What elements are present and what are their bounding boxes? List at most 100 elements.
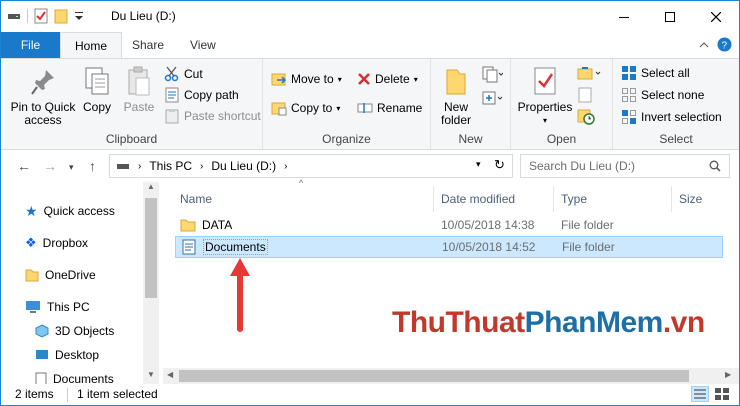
nav-item-onedrive[interactable]: OneDrive <box>25 264 96 286</box>
properties-label: Properties <box>517 100 573 114</box>
scroll-up-icon[interactable]: ▲ <box>147 182 155 191</box>
nav-label: Quick access <box>43 204 115 218</box>
search-icon <box>709 160 721 172</box>
nav-label: 3D Objects <box>55 324 115 338</box>
invert-selection-button[interactable]: Invert selection <box>621 107 722 127</box>
watermark-part1: ThuThuat <box>392 306 525 339</box>
new-item-icon[interactable] <box>481 65 503 83</box>
file-name: Documents <box>203 239 268 255</box>
recent-locations-button[interactable]: ▾ <box>69 162 74 173</box>
tab-home[interactable]: Home <box>60 32 123 59</box>
folder-icon <box>446 69 466 95</box>
delete-button[interactable]: Delete ▾ <box>357 69 418 89</box>
scroll-thumb[interactable] <box>179 370 689 382</box>
easy-access-icon[interactable] <box>481 89 503 107</box>
nav-item-this-pc[interactable]: This PC <box>25 296 90 318</box>
properties-icon <box>534 67 556 95</box>
properties-button[interactable]: Properties ▾ <box>517 65 573 127</box>
select-none-icon <box>622 88 636 102</box>
column-type[interactable]: Type <box>561 188 587 210</box>
desktop-icon <box>36 350 48 359</box>
tab-file[interactable]: File <box>1 32 60 58</box>
explorer-window: Du Lieu (D:) File Home Share View ? Pin … <box>0 0 740 406</box>
file-row[interactable]: DATA 10/05/2018 14:38 File folder <box>175 214 723 236</box>
tab-share[interactable]: Share <box>118 32 178 58</box>
back-button[interactable]: ← <box>17 158 31 174</box>
move-to-button[interactable]: Move to ▾ <box>271 69 342 89</box>
close-button[interactable] <box>693 1 739 32</box>
edit-icon[interactable] <box>577 87 595 103</box>
select-group: Select all Select none Invert selection … <box>613 59 739 149</box>
up-button[interactable]: ↑ <box>89 158 96 174</box>
crumb-separator-icon: › <box>200 160 204 172</box>
search-input[interactable]: Search Du Lieu (D:) <box>529 159 635 173</box>
address-bar[interactable]: › This PC › Du Lieu (D:) › ▾ ↻ <box>109 154 513 178</box>
new-folder-qat-icon[interactable] <box>54 8 68 24</box>
column-divider[interactable] <box>433 186 434 212</box>
select-all-button[interactable]: Select all <box>621 63 690 83</box>
rename-button[interactable]: Rename <box>357 98 422 118</box>
red-arrow-annotation <box>230 258 250 332</box>
nav-item-quick-access[interactable]: ★ Quick access <box>25 200 115 222</box>
clipboard-group-label: Clipboard <box>105 132 158 146</box>
watermark-part2: PhanMem <box>524 306 664 339</box>
breadcrumb-drive[interactable]: Du Lieu (D:) <box>211 159 276 173</box>
scroll-right-icon[interactable]: ▶ <box>725 370 731 379</box>
large-icons-view-icon[interactable] <box>713 386 731 402</box>
scroll-left-icon[interactable]: ◀ <box>167 370 173 379</box>
nav-item-3d-objects[interactable]: 3D Objects <box>35 320 114 342</box>
status-bar: 2 items 1 item selected <box>1 384 739 405</box>
select-none-label: Select none <box>641 88 705 102</box>
history-icon[interactable] <box>577 107 595 125</box>
svg-text:?: ? <box>722 41 728 52</box>
status-selected-count: 1 item selected <box>77 387 158 401</box>
expand-ribbon-icon[interactable] <box>699 41 709 49</box>
paste-button[interactable]: Paste <box>119 65 159 114</box>
forward-button[interactable]: → <box>43 158 57 174</box>
breadcrumb-this-pc[interactable]: This PC <box>149 159 192 173</box>
ribbon-home: Pin to Quick access Copy Paste Cut Copy … <box>1 58 739 150</box>
refresh-icon[interactable]: ↻ <box>494 157 505 173</box>
customize-qat-icon[interactable] <box>74 10 84 22</box>
open-icon[interactable] <box>577 65 603 81</box>
horizontal-scrollbar[interactable]: ◀ ▶ <box>163 368 739 384</box>
cut-button[interactable]: Cut <box>164 64 203 84</box>
new-folder-button[interactable]: New folder <box>435 65 477 127</box>
maximize-button[interactable] <box>647 1 693 32</box>
address-dropdown-icon[interactable]: ▾ <box>476 159 481 170</box>
scroll-thumb[interactable] <box>145 198 157 298</box>
search-box[interactable]: Search Du Lieu (D:) <box>520 154 730 178</box>
help-icon[interactable]: ? <box>717 37 732 52</box>
copy-icon <box>85 67 109 95</box>
crumb-separator-icon: › <box>284 160 288 172</box>
details-view-icon[interactable] <box>691 386 709 402</box>
tab-view[interactable]: View <box>176 32 230 58</box>
navigation-pane: ★ Quick access ❖ Dropbox OneDrive This P… <box>1 182 159 384</box>
copy-path-button[interactable]: Copy path <box>164 85 239 105</box>
folder-icon <box>180 219 196 232</box>
file-date: 10/05/2018 14:38 <box>441 218 535 232</box>
column-divider[interactable] <box>553 186 554 212</box>
nav-item-documents[interactable]: Documents <box>35 368 114 384</box>
nav-item-desktop[interactable]: Desktop <box>35 344 99 366</box>
column-divider[interactable] <box>671 186 672 212</box>
file-row-selected[interactable]: Documents 10/05/2018 14:52 File folder <box>175 236 723 258</box>
file-type: File folder <box>562 240 615 254</box>
column-name[interactable]: Name <box>180 188 212 210</box>
open-group-label: Open <box>546 132 577 146</box>
column-date-modified[interactable]: Date modified <box>441 188 515 210</box>
navigation-scrollbar[interactable]: ▲ ▼ <box>143 182 159 384</box>
copy-to-button[interactable]: Copy to ▾ <box>271 98 340 118</box>
column-size[interactable]: Size <box>679 188 702 210</box>
paste-shortcut-button[interactable]: Paste shortcut <box>164 106 261 126</box>
watermark-part3: .vn <box>662 306 705 339</box>
minimize-button[interactable] <box>601 1 647 32</box>
nav-item-dropbox[interactable]: ❖ Dropbox <box>25 232 88 254</box>
properties-qat-icon[interactable] <box>34 8 48 24</box>
select-none-button[interactable]: Select none <box>621 85 704 105</box>
copy-button[interactable]: Copy <box>79 65 115 114</box>
scroll-down-icon[interactable]: ▼ <box>147 370 155 379</box>
pin-quick-access-button[interactable]: Pin to Quick access <box>7 65 79 127</box>
star-icon: ★ <box>25 202 38 219</box>
crumb-separator-icon: › <box>138 160 142 172</box>
